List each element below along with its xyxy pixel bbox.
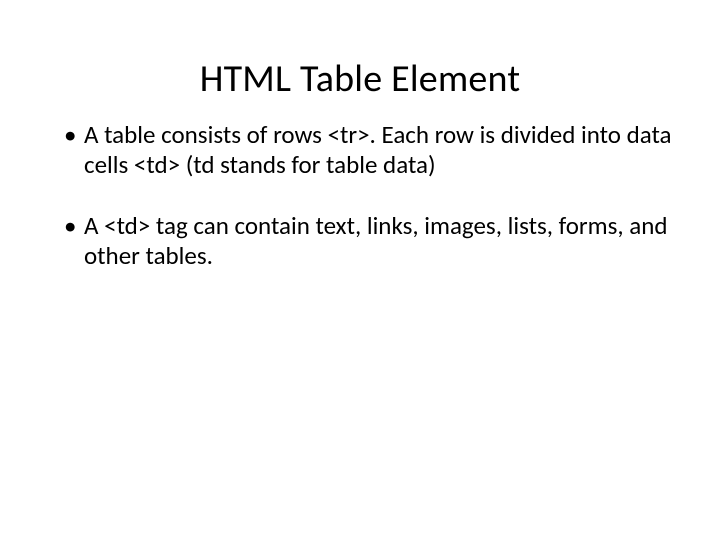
bullet-item: A table consists of rows <tr>. Each row …	[64, 120, 672, 179]
bullet-list: A table consists of rows <tr>. Each row …	[40, 120, 680, 270]
slide: HTML Table Element A table consists of r…	[0, 0, 720, 540]
bullet-item: A <td> tag can contain text, links, imag…	[64, 211, 672, 270]
slide-title: HTML Table Element	[40, 56, 680, 102]
